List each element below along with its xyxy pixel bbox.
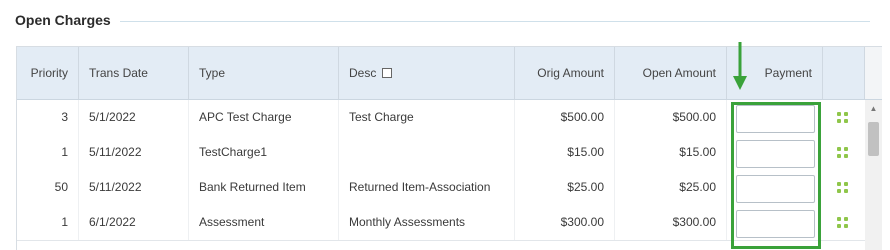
cell-orig-amount: $15.00 xyxy=(515,135,615,170)
drag-handle-icon[interactable] xyxy=(837,112,849,124)
cell-desc: Test Charge xyxy=(339,100,515,135)
col-priority[interactable]: Priority xyxy=(17,47,79,99)
cell-open-amount: $25.00 xyxy=(615,170,727,205)
drag-handle-icon[interactable] xyxy=(837,182,849,194)
header-spacer xyxy=(865,47,882,100)
col-actions xyxy=(823,47,865,99)
col-desc-label: Desc xyxy=(349,66,377,80)
cell-type: APC Test Charge xyxy=(189,100,339,135)
cell-orig-amount: $25.00 xyxy=(515,170,615,205)
open-charges-header: Open Charges xyxy=(15,12,870,32)
cell-priority: 50 xyxy=(17,170,79,205)
cell-open-amount: $15.00 xyxy=(615,135,727,170)
col-trans-date[interactable]: Trans Date xyxy=(79,47,189,99)
cell-open-amount: $500.00 xyxy=(615,100,727,135)
drag-handle-icon[interactable] xyxy=(837,147,849,159)
payment-highlight-box xyxy=(731,102,821,249)
cell-orig-amount: $500.00 xyxy=(515,100,615,135)
cell-priority: 1 xyxy=(17,205,79,240)
cell-type: Assessment xyxy=(189,205,339,240)
cell-trans-date: 5/11/2022 xyxy=(79,170,189,205)
col-open-amount[interactable]: Open Amount xyxy=(615,47,727,99)
section-title: Open Charges xyxy=(15,12,111,28)
arrow-down-icon xyxy=(733,42,747,90)
cell-type: TestCharge1 xyxy=(189,135,339,170)
drag-handle-icon[interactable] xyxy=(837,217,849,229)
cell-trans-date: 5/1/2022 xyxy=(79,100,189,135)
cell-type: Bank Returned Item xyxy=(189,170,339,205)
section-divider xyxy=(120,21,870,22)
scroll-up-icon[interactable]: ▲ xyxy=(865,100,882,117)
cell-desc: Monthly Assessments xyxy=(339,205,515,240)
cell-priority: 1 xyxy=(17,135,79,170)
cell-trans-date: 5/11/2022 xyxy=(79,135,189,170)
cell-priority: 3 xyxy=(17,100,79,135)
scroll-thumb[interactable] xyxy=(868,122,879,156)
vertical-scrollbar[interactable]: ▲ xyxy=(865,100,882,250)
col-orig-amount[interactable]: Orig Amount xyxy=(515,47,615,99)
cell-orig-amount: $300.00 xyxy=(515,205,615,240)
checkbox-icon[interactable] xyxy=(381,68,392,78)
cell-open-amount: $300.00 xyxy=(615,205,727,240)
cell-trans-date: 6/1/2022 xyxy=(79,205,189,240)
cell-desc xyxy=(339,135,515,170)
cell-desc: Returned Item-Association xyxy=(339,170,515,205)
col-desc[interactable]: Desc xyxy=(339,47,515,99)
col-type[interactable]: Type xyxy=(189,47,339,99)
